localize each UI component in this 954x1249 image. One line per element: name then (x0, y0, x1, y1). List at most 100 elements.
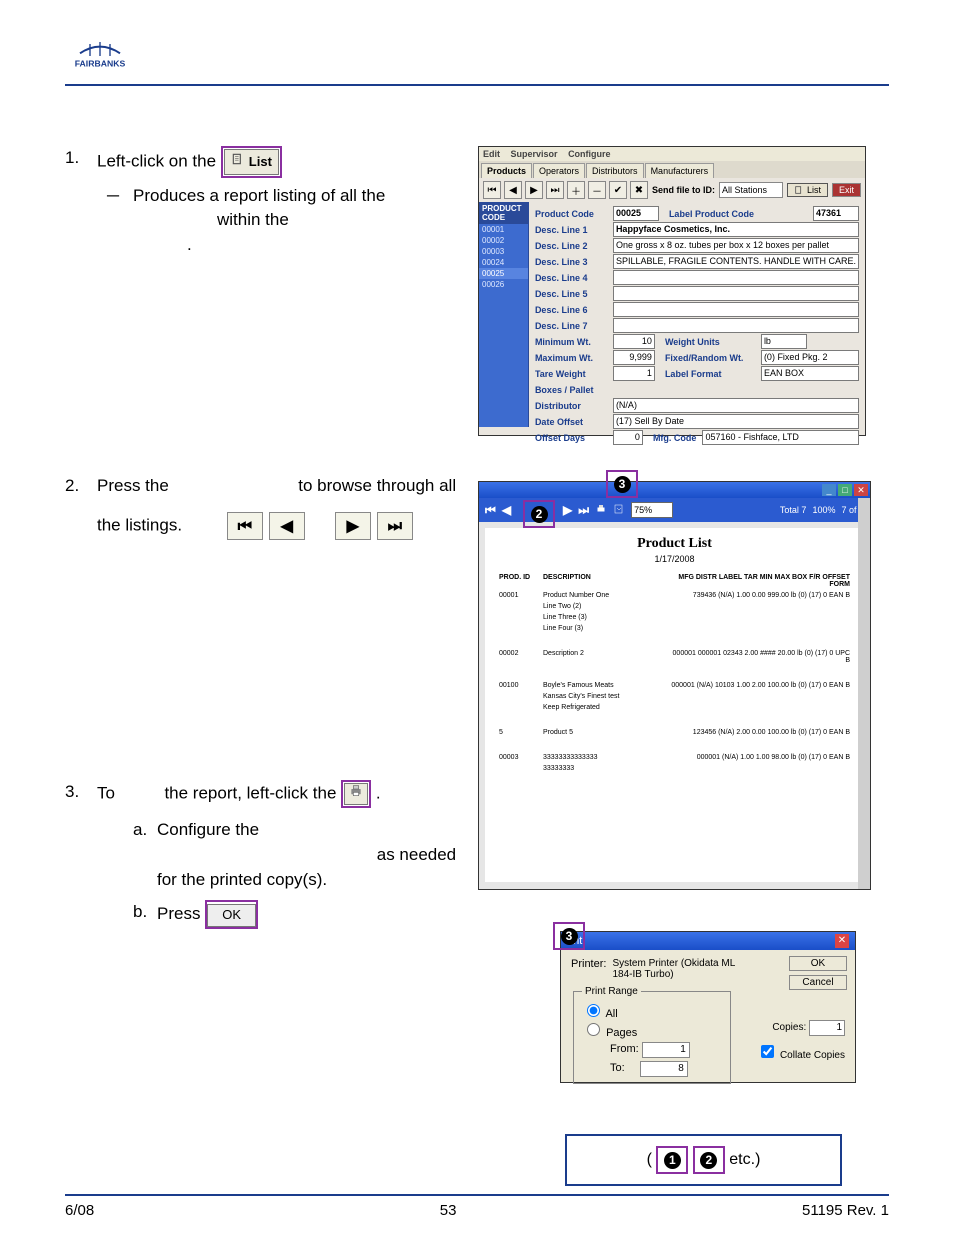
date-offset-value[interactable]: (17) Sell By Date (613, 414, 859, 429)
tare-value[interactable]: 1 (613, 366, 655, 381)
tb-next-icon[interactable]: ▶ (525, 181, 543, 199)
wt-units-value[interactable]: lb (761, 334, 807, 349)
tab-row: ProductsOperatorsDistributorsManufacture… (479, 161, 865, 178)
close-icon[interactable]: ✕ (854, 484, 868, 496)
menu-configure[interactable]: Configure (568, 149, 611, 159)
preview-document: Product List 1/17/2008 PROD. ID DESCRIPT… (485, 528, 864, 882)
fixed-value[interactable]: (0) Fixed Pkg. 2 (761, 350, 859, 365)
preview-export-icon[interactable] (613, 503, 625, 518)
tab-products[interactable]: Products (481, 163, 532, 178)
toolbar: ⏮ ◀ ▶ ⏭ ＋ － ✔ ✖ Send file to ID: All Sta… (479, 178, 865, 202)
tab-distributors[interactable]: Distributors (586, 163, 644, 178)
list-button-label: List (249, 153, 272, 172)
label-product-code-value[interactable]: 47361 (813, 206, 859, 221)
exit-button[interactable]: Exit (832, 183, 861, 197)
desc5-value[interactable] (613, 286, 859, 301)
step-1: 1. Left-click on the List ─ Produces a r… (65, 146, 465, 258)
tab-operators[interactable]: Operators (533, 163, 585, 178)
range-all-label: All (605, 1008, 617, 1020)
logo: FAIRBANKS (65, 40, 135, 80)
minimize-icon[interactable]: _ (822, 484, 836, 496)
code-row[interactable]: 00025 (479, 268, 528, 279)
callout-2: 2 (523, 500, 555, 528)
desc2-value[interactable]: One gross x 8 oz. tubes per box x 12 box… (613, 238, 859, 253)
tb-prev-icon[interactable]: ◀ (504, 181, 522, 199)
to-label: To: (610, 1062, 625, 1074)
product-code-value[interactable]: 00025 (613, 206, 659, 221)
min-wt-value[interactable]: 10 (613, 334, 655, 349)
desc1-value[interactable]: Happyface Cosmetics, Inc. (613, 222, 859, 237)
logo-text: FAIRBANKS (75, 59, 126, 69)
note-close: etc.) (729, 1151, 760, 1168)
list-icon (231, 152, 245, 172)
note-open: ( (647, 1151, 652, 1168)
zoom-select[interactable]: 75% (631, 502, 673, 518)
print-close-icon[interactable]: ✕ (835, 934, 849, 948)
code-row[interactable]: 00002 (479, 235, 528, 246)
desc4-label: Desc. Line 4 (535, 273, 613, 283)
tab-manufacturers[interactable]: Manufacturers (645, 163, 715, 178)
max-wt-value[interactable]: 9,999 (613, 350, 655, 365)
desc7-value[interactable] (613, 318, 859, 333)
collate-checkbox[interactable] (761, 1045, 774, 1058)
ok-button-inline[interactable]: OK (205, 900, 258, 929)
menu-edit[interactable]: Edit (483, 149, 500, 159)
desc3-label: Desc. Line 3 (535, 257, 613, 267)
hdr-prodid: PROD. ID (499, 574, 535, 588)
menu-supervisor[interactable]: Supervisor (511, 149, 558, 159)
date-offset-label: Date Offset (535, 417, 613, 427)
dist-value[interactable]: (N/A) (613, 398, 859, 413)
from-label: From: (610, 1043, 639, 1055)
step-1-num: 1. (65, 146, 79, 171)
desc3-value[interactable]: SPILLABLE, FRAGILE CONTENTS. HANDLE WITH… (613, 254, 859, 269)
code-row[interactable]: 00003 (479, 246, 528, 257)
maximize-icon[interactable]: □ (838, 484, 852, 496)
copies-field[interactable]: 1 (809, 1020, 845, 1036)
tb-last-icon[interactable]: ⏭ (546, 181, 564, 199)
code-row[interactable]: 00026 (479, 279, 528, 290)
send-field[interactable]: All Stations (719, 182, 783, 198)
offset-days-value[interactable]: 0 (613, 430, 643, 445)
desc4-value[interactable] (613, 270, 859, 285)
toolbar-list-button[interactable]: List (787, 183, 828, 197)
to-field[interactable]: 8 (640, 1061, 688, 1077)
print-ok-button[interactable]: OK (789, 956, 847, 971)
desc6-value[interactable] (613, 302, 859, 317)
scrollbar[interactable] (858, 498, 870, 889)
tb-first-icon[interactable]: ⏮ (483, 181, 501, 199)
nav-next-button[interactable]: ▶ (335, 512, 371, 540)
top-rule (65, 84, 889, 86)
preview-total: Total 7 (780, 505, 807, 515)
report-subrow: Line Two (2) (485, 601, 864, 612)
range-pages-radio[interactable] (587, 1023, 600, 1036)
nav-prev-button[interactable]: ◀ (269, 512, 305, 540)
preview-next-icon[interactable]: ▶ (563, 503, 572, 517)
step-3-text-b: the report, left-click the (164, 784, 336, 803)
range-all-radio[interactable] (587, 1004, 600, 1017)
tb-ok-icon[interactable]: ✔ (609, 181, 627, 199)
tb-cancel-icon[interactable]: ✖ (630, 181, 648, 199)
print-button[interactable] (341, 780, 371, 808)
preview-first-icon[interactable]: ⏮ (485, 503, 496, 518)
print-dialog-titlebar: rint ✕ (561, 932, 855, 950)
fixed-label: Fixed/Random Wt. (665, 353, 755, 363)
preview-prev-icon[interactable]: ◀ (502, 503, 511, 517)
tb-add-icon[interactable]: ＋ (567, 181, 585, 199)
preview-last-icon[interactable]: ⏭ (578, 503, 589, 518)
from-field[interactable]: 1 (642, 1042, 690, 1058)
code-row[interactable]: 00001 (479, 224, 528, 235)
nav-first-button[interactable]: ⏮ (227, 512, 263, 540)
print-cancel-button[interactable]: Cancel (789, 975, 847, 990)
list-button[interactable]: List (221, 146, 282, 178)
code-row[interactable]: 00024 (479, 257, 528, 268)
mfg-value[interactable]: 057160 - Fishface, LTD (702, 430, 859, 445)
product-properties: Product Code 00025 Label Product Code 47… (529, 202, 865, 427)
report-title: Product List (485, 536, 864, 552)
label-format-value[interactable]: EAN BOX (761, 366, 859, 381)
step-3-text-c: . (376, 784, 381, 803)
nav-last-button[interactable]: ⏭ (377, 512, 413, 540)
preview-print-icon[interactable] (595, 503, 607, 518)
step-3b-text: Press (157, 904, 200, 923)
tb-remove-icon[interactable]: － (588, 181, 606, 199)
screenshot-print-dialog: rint ✕ 3 Printer: System Printer (Okidat… (560, 931, 856, 1083)
